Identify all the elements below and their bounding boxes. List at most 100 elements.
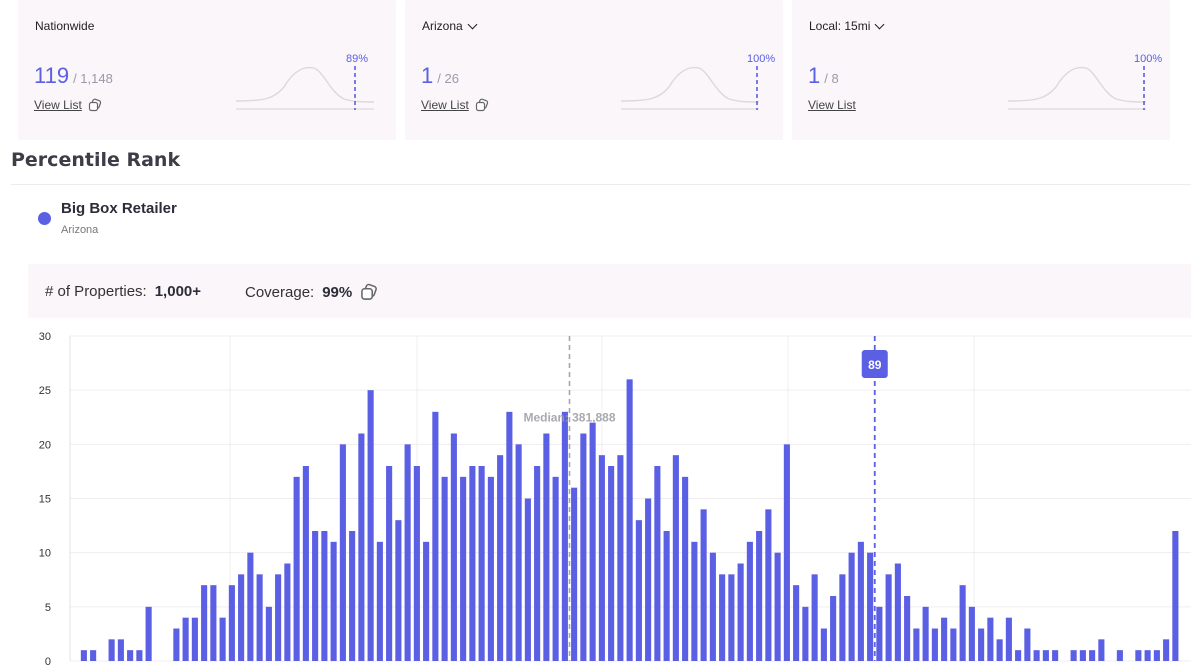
histogram-bar [450, 433, 457, 661]
histogram-bar [228, 585, 235, 661]
rank-total: / 1,148 [73, 71, 113, 86]
percentile-marker-label: 89 [868, 358, 882, 372]
histogram-bar [950, 628, 957, 661]
rank-total: / 8 [824, 71, 839, 86]
histogram-bar [182, 617, 189, 661]
histogram-bar [358, 433, 365, 661]
histogram-bar [460, 476, 467, 661]
coverage-label: Coverage: [245, 283, 315, 301]
histogram-bar [765, 509, 772, 661]
histogram-bar [478, 466, 485, 661]
chevron-down-icon [467, 19, 478, 29]
histogram-bar [830, 596, 837, 661]
histogram-bar [173, 628, 180, 661]
histogram-bar [469, 466, 476, 661]
y-tick-label: 25 [39, 385, 51, 397]
copy-icon[interactable] [360, 283, 378, 301]
radius-dropdown[interactable]: Local: 15mi [809, 19, 885, 33]
histogram-bar [635, 520, 642, 661]
histogram-bar [524, 498, 531, 661]
coverage-stat: Coverage: 99% [245, 283, 378, 301]
histogram-bar [349, 531, 356, 661]
region-dropdown[interactable]: Arizona [422, 19, 478, 33]
histogram-bar [1005, 617, 1012, 661]
histogram-bar [1070, 650, 1077, 661]
histogram-bar [487, 476, 494, 661]
histogram-bar [312, 531, 319, 661]
histogram-bar [1015, 650, 1022, 661]
histogram-bar [265, 606, 272, 661]
histogram-bar [996, 639, 1003, 661]
histogram-bar [848, 552, 855, 661]
median-label: Median: 381,888 [523, 410, 615, 424]
histogram-bar [580, 433, 587, 661]
histogram-bar [756, 531, 763, 661]
histogram-bar [247, 552, 254, 661]
histogram-bar [90, 650, 97, 661]
histogram-bar [136, 650, 143, 661]
histogram-bar [617, 455, 624, 661]
histogram-bar [432, 411, 439, 661]
histogram-bar [839, 574, 846, 661]
histogram-bar [1116, 650, 1123, 661]
histogram-bar [1153, 650, 1160, 661]
histogram-bar [441, 476, 448, 661]
y-tick-label: 0 [45, 656, 51, 668]
rank-value: 1 [808, 63, 821, 88]
histogram-bar [663, 531, 670, 661]
rank-line: 119 / 1,148 [34, 63, 113, 89]
view-list-link[interactable]: View List [421, 98, 489, 112]
histogram-bar [968, 606, 975, 661]
copy-icon[interactable] [475, 98, 489, 112]
rank-total: / 26 [437, 71, 459, 86]
percentile-label: 100% [1134, 53, 1163, 65]
histogram-bar [284, 563, 291, 661]
histogram-bar [386, 466, 393, 661]
histogram-bar [876, 606, 883, 661]
histogram-bar [746, 541, 753, 661]
histogram-bar [413, 466, 420, 661]
y-tick-label: 30 [39, 331, 51, 343]
coverage-value: 99% [322, 283, 353, 301]
y-tick-label: 10 [39, 548, 51, 560]
rank-value: 1 [421, 63, 434, 88]
histogram-bar [561, 411, 568, 661]
rank-cards: Nationwide 119 / 1,148 View List 89% Ari… [0, 0, 1191, 140]
dropdown-label: Local: 15mi [809, 19, 871, 33]
histogram-bar [330, 541, 337, 661]
histogram-bar [1163, 639, 1170, 661]
histogram-bar [672, 455, 679, 661]
histogram-bar [941, 617, 948, 661]
view-list-label: View List [421, 98, 469, 112]
histogram-bar [913, 628, 920, 661]
histogram-bar [219, 617, 226, 661]
histogram-bar [145, 606, 152, 661]
histogram-bar [1135, 650, 1142, 661]
y-tick-label: 5 [45, 602, 51, 614]
histogram-bar [691, 541, 698, 661]
histogram-bar [654, 466, 661, 661]
mini-distribution [620, 66, 759, 110]
view-list-link[interactable]: View List [808, 98, 856, 112]
histogram-bar [682, 476, 689, 661]
histogram-bar [275, 574, 282, 661]
histogram-bar [1033, 650, 1040, 661]
histogram-bar [737, 563, 744, 661]
view-list-label: View List [808, 98, 856, 112]
histogram-bar [700, 509, 707, 661]
histogram-bar [1144, 650, 1151, 661]
percentile-label: 100% [747, 53, 776, 65]
chevron-down-icon [874, 19, 885, 29]
histogram-bar [80, 650, 87, 661]
percentile-label: 89% [346, 53, 369, 65]
histogram-bar [774, 552, 781, 661]
rank-line: 1 / 8 [808, 63, 839, 89]
properties-stat: # of Properties: 1,000+ [45, 283, 201, 300]
view-list-link[interactable]: View List [34, 98, 102, 112]
copy-icon[interactable] [88, 98, 102, 112]
histogram-bar [201, 585, 208, 661]
histogram-bar [238, 574, 245, 661]
histogram-bar [589, 422, 596, 661]
histogram-bar [867, 552, 874, 661]
arizona-card: Arizona 1 / 26 View List 100% [405, 0, 783, 140]
